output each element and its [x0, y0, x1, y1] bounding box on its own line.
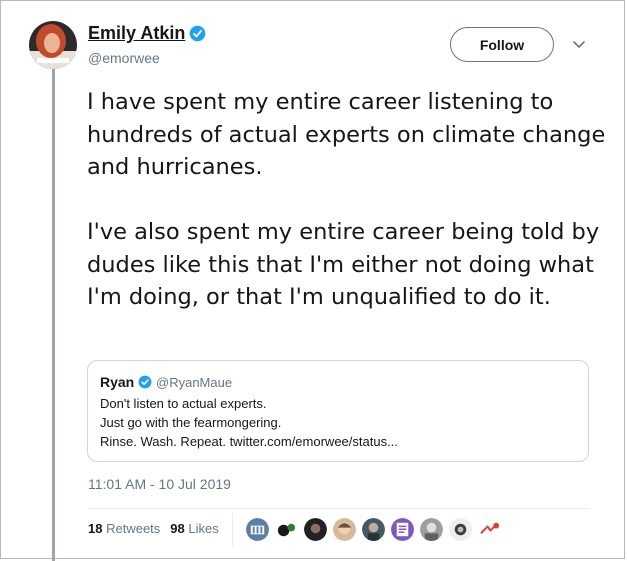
author-avatar[interactable]	[29, 21, 77, 69]
verified-badge-icon	[138, 375, 152, 389]
likes-label: Likes	[188, 521, 219, 536]
liker-avatar-icon[interactable]	[362, 518, 385, 541]
liker-avatar-icon[interactable]	[449, 518, 472, 541]
divider	[88, 508, 590, 509]
retweets-stat[interactable]: 18 Retweets	[88, 521, 160, 536]
quoted-tweet[interactable]: Ryan @RyanMaue Don't listen to actual ex…	[87, 360, 589, 462]
tweet-stats: 18 Retweets 98 Likes	[88, 521, 229, 536]
liker-avatar-icon[interactable]	[246, 518, 269, 541]
liker-avatar-icon[interactable]	[420, 518, 443, 541]
quoted-line: Just go with the fearmongering.	[100, 415, 282, 430]
verified-badge-icon	[189, 25, 206, 42]
tweet-paragraph: I've also spent my entire career being t…	[87, 219, 600, 310]
quoted-author-handle: @RyanMaue	[156, 375, 233, 390]
thread-line	[52, 66, 55, 561]
quoted-line: Rinse. Wash. Repeat. twitter.com/emorwee…	[100, 434, 398, 449]
liker-avatar-icon[interactable]	[391, 518, 414, 541]
liker-avatar-icon[interactable]	[275, 518, 298, 541]
tweet-text: I have spent my entire career listening …	[87, 86, 607, 314]
quoted-author-name: Ryan	[100, 374, 135, 390]
likes-count: 98	[170, 521, 185, 536]
quoted-tweet-text: Don't listen to actual experts. Just go …	[100, 394, 398, 451]
tweet-paragraph: I have spent my entire career listening …	[87, 89, 606, 180]
author-name[interactable]: Emily Atkin	[88, 23, 185, 44]
follow-button[interactable]: Follow	[450, 27, 554, 62]
retweets-count: 18	[88, 521, 103, 536]
quoted-line: Don't listen to actual experts.	[100, 396, 267, 411]
liker-avatar-icon[interactable]	[478, 518, 501, 541]
author-handle[interactable]: @emorwee	[88, 50, 160, 66]
chevron-down-icon[interactable]	[571, 36, 587, 52]
likes-stat[interactable]: 98 Likes	[170, 521, 218, 536]
liker-avatars	[246, 518, 501, 541]
retweets-label: Retweets	[106, 521, 161, 536]
tweet-timestamp[interactable]: 11:01 AM - 10 Jul 2019	[88, 476, 231, 492]
liker-avatar-icon[interactable]	[304, 518, 327, 541]
stats-divider	[232, 513, 233, 547]
liker-avatar-icon[interactable]	[333, 518, 356, 541]
